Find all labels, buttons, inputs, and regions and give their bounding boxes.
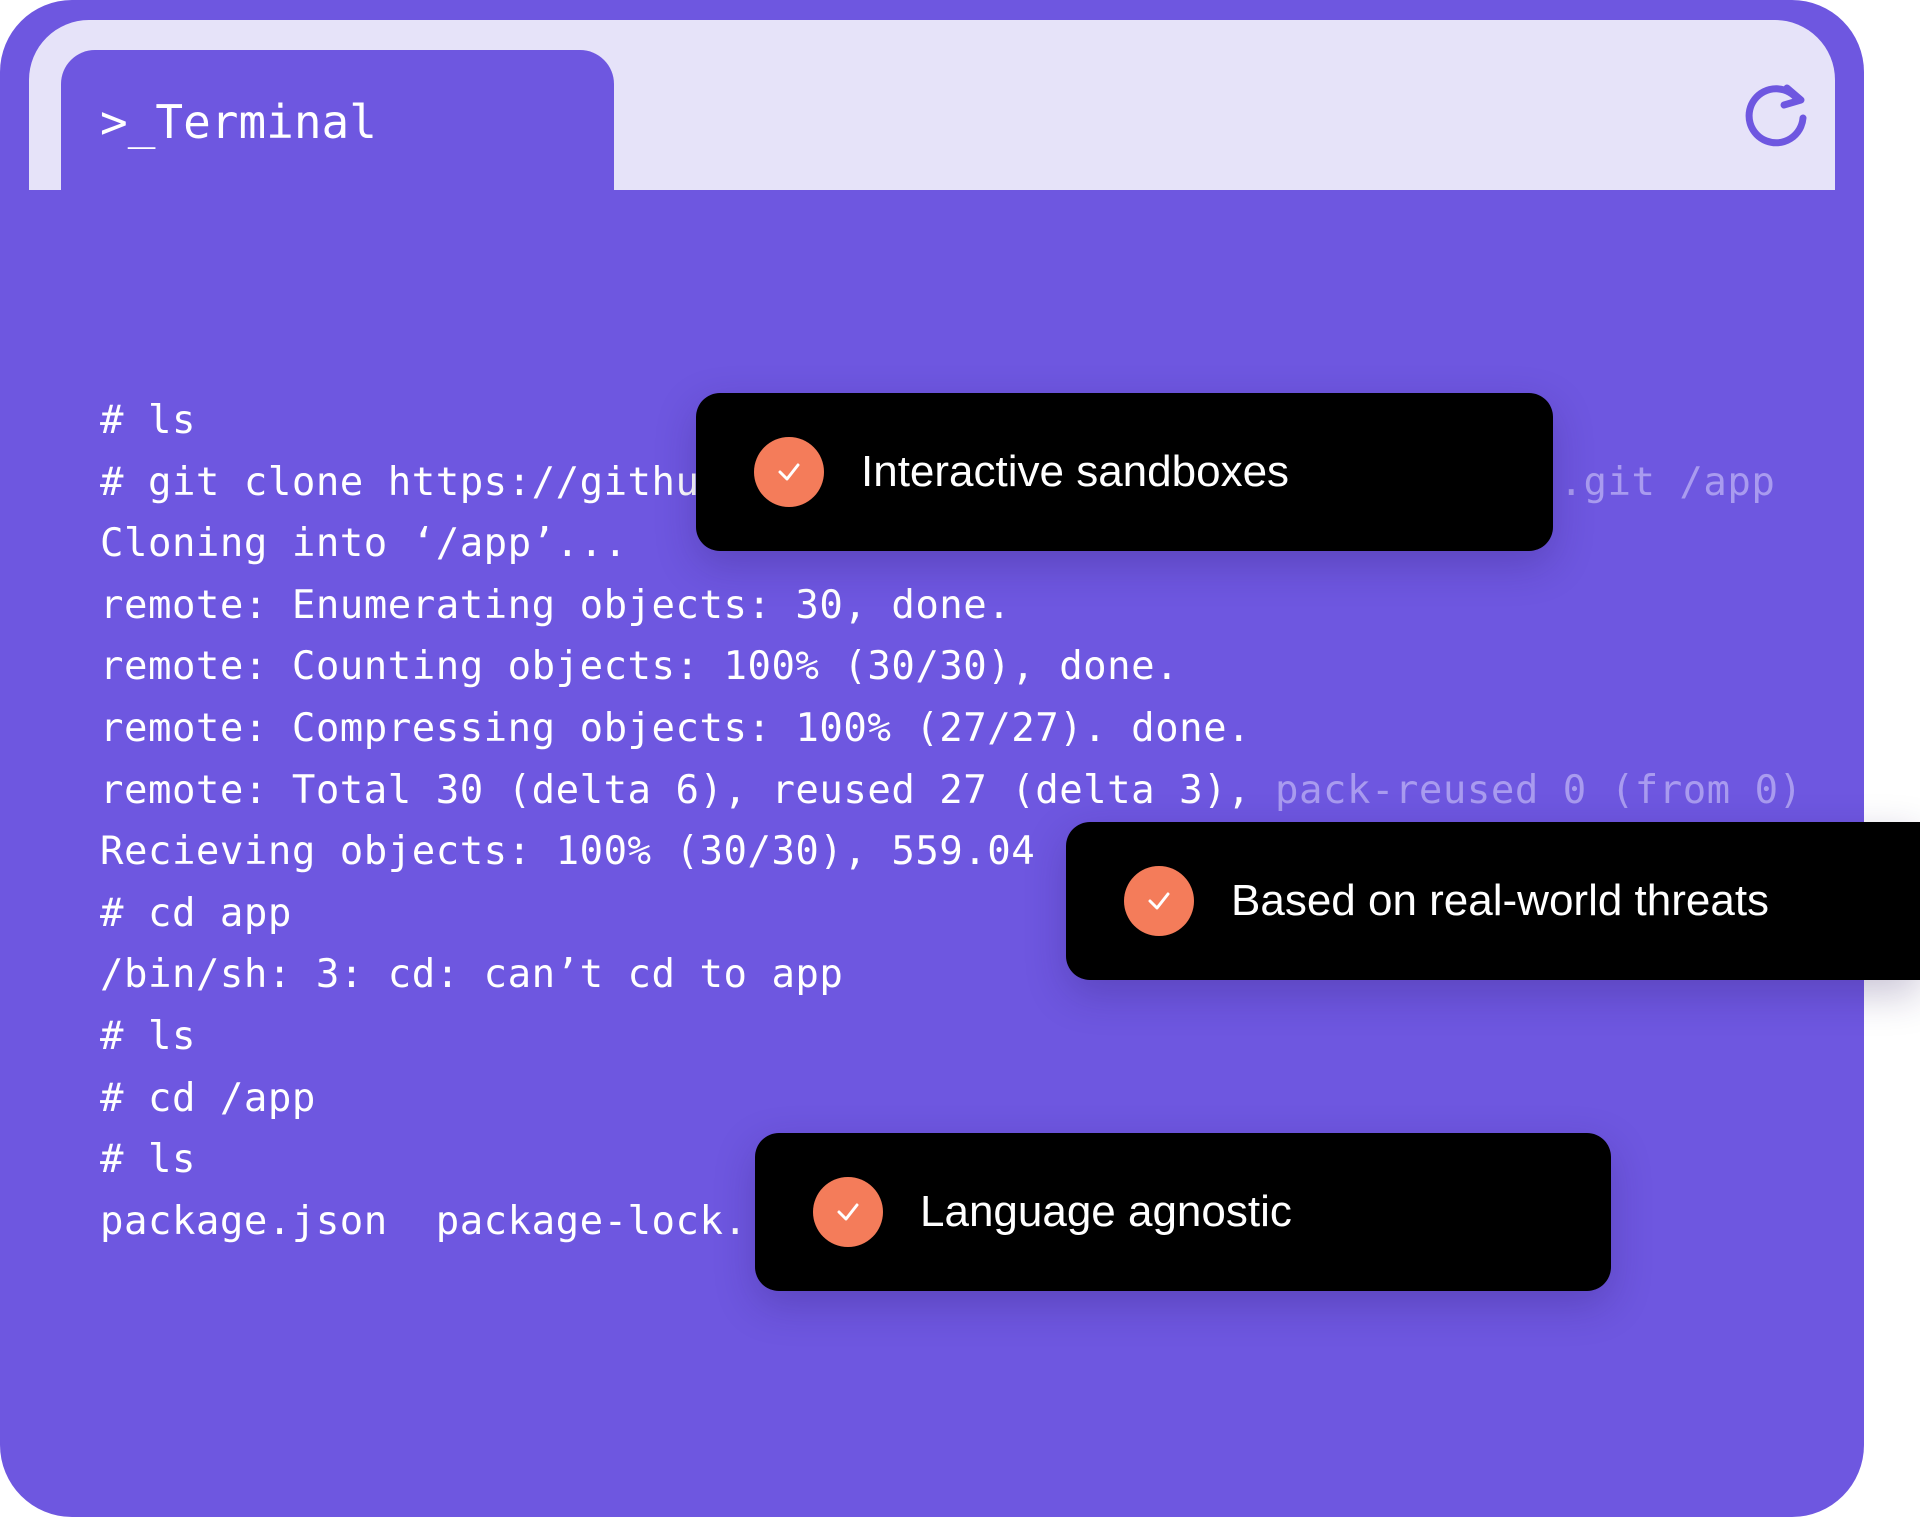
check-icon xyxy=(1124,866,1194,936)
terminal-line: remote: Total 30 (delta 6), reused 27 (d… xyxy=(100,767,1803,813)
badge-label: Based on real-world threats xyxy=(1231,876,1770,925)
terminal-line: remote: Counting objects: 100% (30/30), … xyxy=(100,644,1180,690)
terminal-line: remote: Enumerating objects: 30, done. xyxy=(100,582,1012,628)
feature-badge-real-world-threats: Based on real-world threats xyxy=(1066,822,1920,980)
feature-badge-language-agnostic: Language agnostic xyxy=(755,1133,1611,1291)
check-icon xyxy=(754,437,824,507)
check-icon xyxy=(813,1177,883,1247)
badge-label: Interactive sandboxes xyxy=(861,447,1290,496)
feature-badge-interactive-sandboxes: Interactive sandboxes xyxy=(696,393,1553,551)
terminal-line: # ls xyxy=(100,1013,196,1059)
terminal-line: remote: Compressing objects: 100% (27/27… xyxy=(100,705,1252,751)
badge-label: Language agnostic xyxy=(920,1187,1292,1236)
tab-terminal-label: >_Terminal xyxy=(100,95,377,149)
refresh-icon[interactable] xyxy=(1740,78,1812,150)
terminal-line: # cd /app xyxy=(100,1075,316,1121)
